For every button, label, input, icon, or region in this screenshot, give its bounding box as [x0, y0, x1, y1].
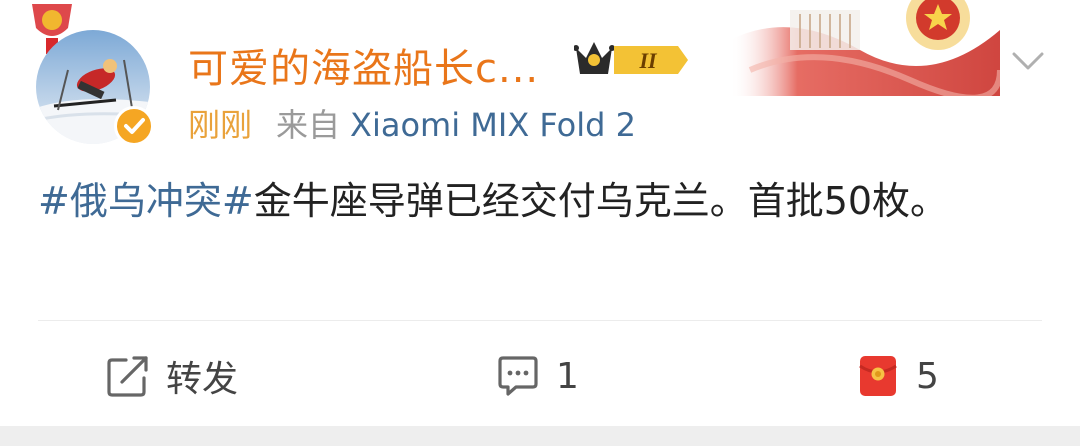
verified-badge-icon: [114, 106, 154, 146]
device-link[interactable]: Xiaomi MIX Fold 2: [350, 106, 636, 144]
like-count: 5: [916, 355, 939, 397]
repost-label: 转发: [166, 359, 239, 400]
post-time: 刚刚: [188, 106, 253, 144]
comment-count: 1: [556, 355, 579, 397]
vip-level-text: II: [638, 48, 658, 73]
author-avatar[interactable]: [36, 30, 154, 146]
red-envelope-like-icon: [859, 356, 897, 396]
chevron-down-icon[interactable]: [1008, 46, 1048, 76]
topic-hashtag-link[interactable]: #俄乌冲突#: [38, 179, 254, 223]
source-label: 来自: [276, 106, 341, 144]
post-text: 金牛座导弹已经交付乌克兰。首批50枚。: [253, 179, 949, 223]
post-content: #俄乌冲突#金牛座导弹已经交付乌克兰。首批50枚。: [38, 172, 1028, 230]
repost-button[interactable]: 转发: [104, 348, 238, 404]
like-button[interactable]: 5: [854, 348, 939, 404]
feed-separator: [0, 426, 1080, 446]
decorative-header-banner: [730, 0, 1000, 96]
post-meta: 刚刚 来自 Xiaomi MIX Fold 2: [188, 100, 636, 146]
weibo-post-card: 可爱的海盗船长c... II 刚刚 来自 Xiaomi MIX Fold 2 #…: [0, 0, 1080, 446]
vip-crown-badge-icon[interactable]: II: [574, 38, 690, 82]
divider: [38, 320, 1042, 321]
share-icon: [107, 356, 148, 397]
comment-icon: [498, 356, 538, 396]
comment-button[interactable]: 1: [494, 348, 579, 404]
author-name[interactable]: 可爱的海盗船长c...: [188, 36, 539, 94]
